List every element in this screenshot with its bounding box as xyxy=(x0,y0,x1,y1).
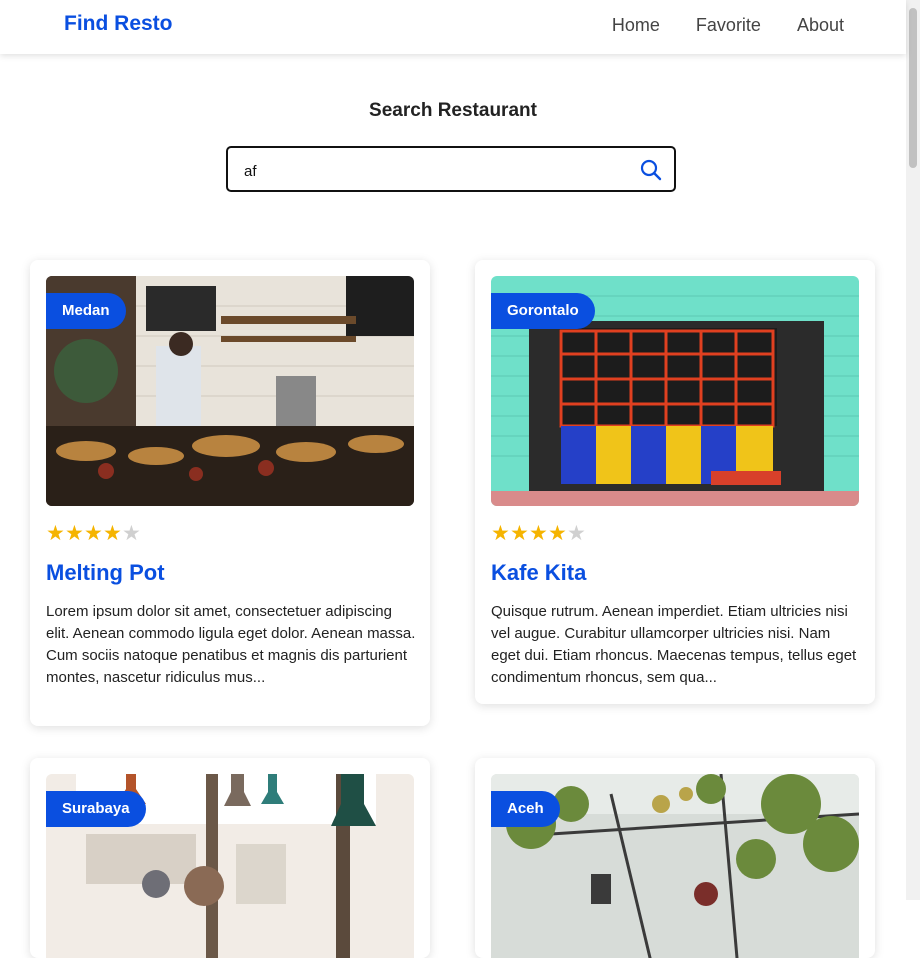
star-icon: ★ xyxy=(84,521,103,545)
city-badge: Medan xyxy=(46,293,126,329)
search-box xyxy=(226,146,676,192)
nav-links: Home Favorite About xyxy=(612,15,844,36)
navbar: Find Resto Home Favorite About xyxy=(0,0,906,54)
search-icon xyxy=(640,159,662,181)
scrollbar-thumb[interactable] xyxy=(909,8,917,168)
restaurant-card: Surabaya xyxy=(30,758,430,958)
city-badge: Aceh xyxy=(491,791,560,827)
rating-stars: ★ ★ ★ ★ ★ xyxy=(491,522,586,544)
star-icon: ★ xyxy=(548,521,567,545)
restaurant-description: Lorem ipsum dolor sit amet, consectetuer… xyxy=(46,603,416,686)
search-input[interactable] xyxy=(242,158,626,184)
brand-logo[interactable]: Find Resto xyxy=(64,12,173,36)
page-scrollbar[interactable] xyxy=(906,0,920,900)
search-title: Search Restaurant xyxy=(369,100,537,121)
restaurant-card: Medan ★ ★ ★ ★ ★ Melting Pot Lorem ipsum … xyxy=(30,260,430,726)
restaurant-card: Aceh xyxy=(475,758,875,958)
nav-about-link[interactable]: About xyxy=(797,15,844,36)
city-badge: Surabaya xyxy=(46,791,146,827)
nav-home-link[interactable]: Home xyxy=(612,15,660,36)
star-icon: ★ xyxy=(65,521,84,545)
restaurant-card: Gorontalo ★ ★ ★ ★ ★ Kafe Kita Quisque ru… xyxy=(475,260,875,704)
restaurant-description: Quisque rutrum. Aenean imperdiet. Etiam … xyxy=(491,603,857,686)
star-icon: ★ xyxy=(529,521,548,545)
restaurant-name-link[interactable]: Kafe Kita xyxy=(491,560,586,586)
star-empty-icon: ★ xyxy=(122,521,141,545)
city-badge: Gorontalo xyxy=(491,293,595,329)
nav-favorite-link[interactable]: Favorite xyxy=(696,15,761,36)
restaurant-name-link[interactable]: Melting Pot xyxy=(46,560,165,586)
rating-stars: ★ ★ ★ ★ ★ xyxy=(46,522,141,544)
search-section: Search Restaurant xyxy=(0,100,906,192)
search-button[interactable] xyxy=(638,157,664,183)
star-empty-icon: ★ xyxy=(567,521,586,545)
star-icon: ★ xyxy=(510,521,529,545)
star-icon: ★ xyxy=(491,521,510,545)
star-icon: ★ xyxy=(103,521,122,545)
star-icon: ★ xyxy=(46,521,65,545)
